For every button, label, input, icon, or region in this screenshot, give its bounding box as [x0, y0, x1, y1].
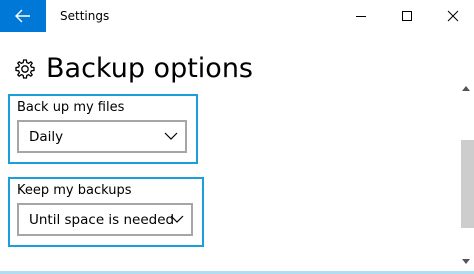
keep-backups-dropdown[interactable]: Until space is needed [17, 203, 193, 236]
cut-off-content [14, 266, 154, 269]
keep-backups-group: Keep my backups Until space is needed [8, 177, 204, 247]
chevron-down-icon [170, 215, 184, 223]
page-title: Backup options [46, 53, 253, 84]
gear-icon [15, 59, 35, 79]
backup-frequency-label: Back up my files [17, 100, 125, 115]
maximize-button[interactable] [384, 0, 430, 32]
caret-down-icon [462, 259, 470, 264]
minimize-icon [356, 16, 366, 17]
scroll-thumb[interactable] [461, 140, 474, 228]
close-button[interactable] [430, 0, 474, 32]
scroll-up-button[interactable] [458, 80, 474, 96]
keep-backups-label: Keep my backups [17, 183, 132, 198]
backup-frequency-dropdown[interactable]: Daily [17, 120, 187, 153]
title-bar: Settings [0, 0, 474, 32]
app-title: Settings [60, 9, 110, 23]
back-button[interactable] [0, 0, 46, 32]
page-header: Backup options [14, 52, 253, 86]
keep-backups-value: Until space is needed [29, 211, 175, 228]
scroll-down-button[interactable] [458, 254, 474, 270]
maximize-icon [402, 11, 412, 21]
back-arrow-icon [15, 9, 30, 23]
chevron-down-icon [164, 132, 178, 140]
backup-frequency-value: Daily [29, 128, 64, 145]
close-icon [447, 10, 459, 22]
backup-frequency-group: Back up my files Daily [8, 94, 198, 164]
caret-up-icon [462, 86, 470, 91]
settings-window: Settings Backup options Back up my files… [0, 0, 474, 274]
minimize-button[interactable] [338, 0, 384, 32]
vertical-scrollbar[interactable] [458, 80, 474, 274]
